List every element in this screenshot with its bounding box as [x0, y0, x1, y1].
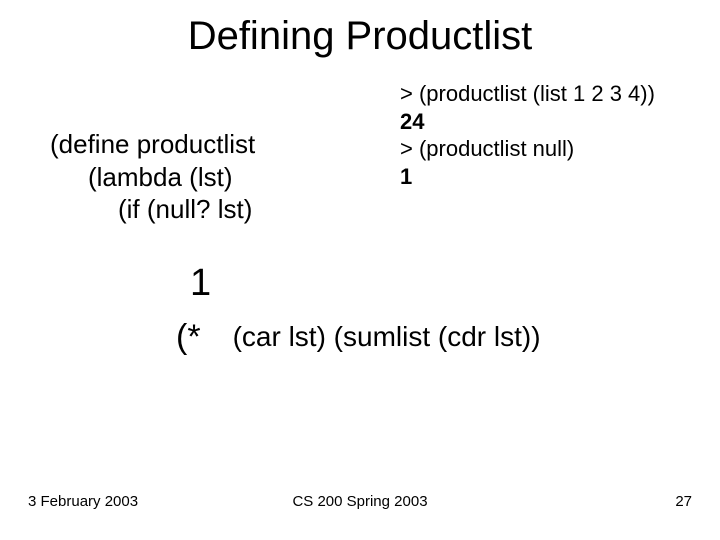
open-star: (*: [176, 318, 201, 357]
slide-title: Defining Productlist: [0, 14, 720, 59]
code-line-2: (lambda (lst): [50, 161, 255, 194]
code-definition: (define productlist (lambda (lst) (if (n…: [50, 128, 255, 226]
code-line-1: (define productlist: [50, 128, 255, 161]
footer-course: CS 200 Spring 2003: [0, 493, 720, 510]
repl-line-1: > (productlist (list 1 2 3 4)): [400, 80, 655, 108]
repl-line-2: 24: [400, 108, 655, 136]
base-case-value: 1: [190, 262, 211, 305]
recursive-case: (* (car lst) (sumlist (cdr lst)): [176, 316, 541, 355]
code-line-3: (if (null? lst): [50, 193, 255, 226]
recursive-rest: (car lst) (sumlist (cdr lst)): [233, 321, 541, 352]
footer-page-number: 27: [675, 493, 692, 510]
repl-output: > (productlist (list 1 2 3 4)) 24 > (pro…: [400, 80, 655, 190]
slide: Defining Productlist (define productlist…: [0, 0, 720, 540]
repl-line-4: 1: [400, 163, 655, 191]
repl-line-3: > (productlist null): [400, 135, 655, 163]
